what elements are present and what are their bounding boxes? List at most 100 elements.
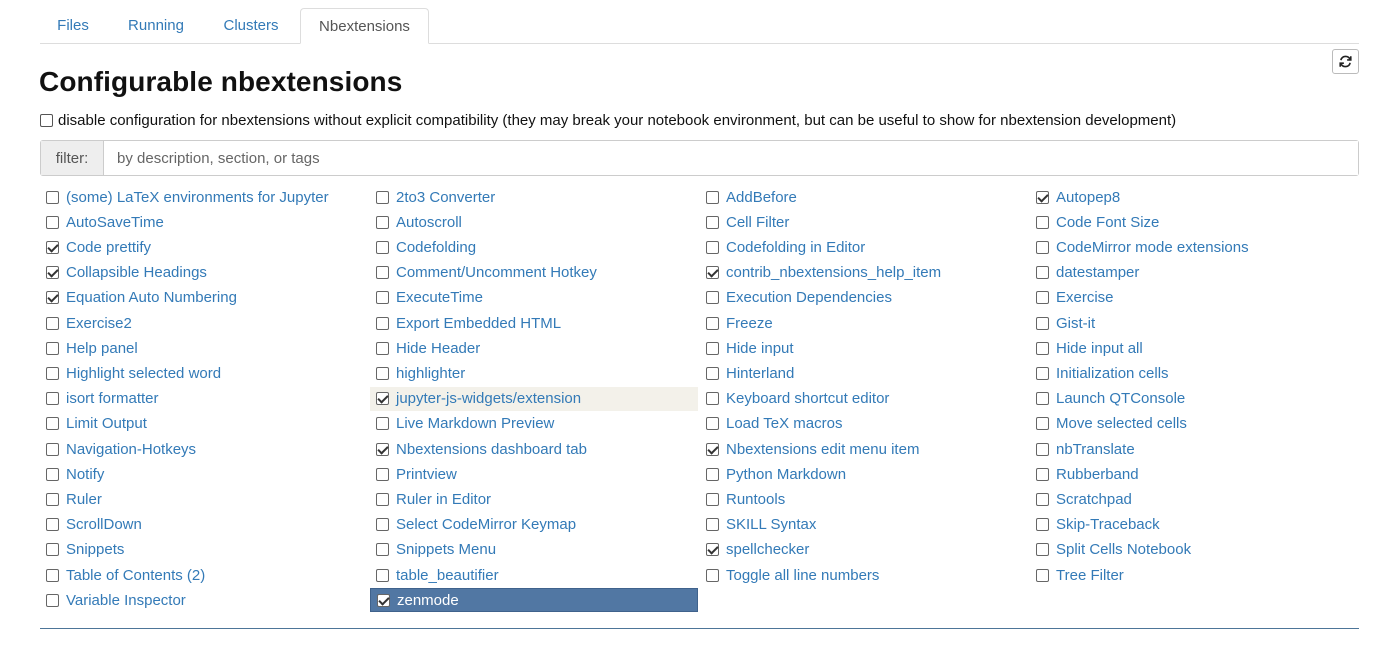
extension-label[interactable]: CodeMirror mode extensions: [1056, 239, 1249, 256]
tab-clusters[interactable]: Clusters: [208, 8, 294, 44]
extension-checkbox[interactable]: [376, 492, 389, 506]
extension-checkbox[interactable]: [1036, 442, 1049, 456]
extension-checkbox[interactable]: [46, 518, 59, 532]
extension-checkbox[interactable]: [706, 442, 719, 456]
extension-item[interactable]: Hide input all: [1030, 336, 1358, 360]
extension-item[interactable]: datestamper: [1030, 261, 1358, 285]
refresh-button[interactable]: [1332, 49, 1359, 74]
extension-checkbox[interactable]: [706, 543, 719, 557]
extension-label[interactable]: SKILL Syntax: [726, 516, 816, 533]
extension-item[interactable]: Export Embedded HTML: [370, 311, 698, 335]
extension-checkbox[interactable]: [1036, 568, 1049, 582]
extension-label[interactable]: contrib_nbextensions_help_item: [726, 264, 941, 281]
extension-label[interactable]: Limit Output: [66, 415, 147, 432]
extension-item[interactable]: Load TeX macros: [700, 412, 1028, 436]
extension-item[interactable]: Snippets Menu: [370, 538, 698, 562]
extension-checkbox[interactable]: [706, 341, 719, 355]
extension-label[interactable]: Equation Auto Numbering: [66, 289, 237, 306]
tab-nbextensions[interactable]: Nbextensions: [300, 8, 429, 44]
extension-checkbox[interactable]: [46, 492, 59, 506]
extension-label[interactable]: highlighter: [396, 365, 465, 382]
extension-label[interactable]: Ruler in Editor: [396, 491, 491, 508]
disable-config-option[interactable]: disable configuration for nbextensions w…: [40, 112, 1176, 129]
extension-item[interactable]: Gist-it: [1030, 311, 1358, 335]
extension-item[interactable]: Comment/Uncomment Hotkey: [370, 261, 698, 285]
extension-item[interactable]: Exercise: [1030, 286, 1358, 310]
extension-checkbox[interactable]: [1036, 240, 1049, 254]
extension-checkbox[interactable]: [706, 467, 719, 481]
extension-item[interactable]: Snippets: [40, 538, 368, 562]
extension-checkbox[interactable]: [376, 240, 389, 254]
extension-checkbox[interactable]: [1036, 266, 1049, 280]
extension-label[interactable]: Rubberband: [1056, 466, 1139, 483]
extension-checkbox[interactable]: [1036, 316, 1049, 330]
extension-item[interactable]: ScrollDown: [40, 513, 368, 537]
extension-label[interactable]: Comment/Uncomment Hotkey: [396, 264, 597, 281]
extension-label[interactable]: Table of Contents (2): [66, 567, 205, 584]
extension-label[interactable]: Codefolding in Editor: [726, 239, 865, 256]
extension-item[interactable]: Split Cells Notebook: [1030, 538, 1358, 562]
extension-checkbox[interactable]: [1036, 341, 1049, 355]
extension-label[interactable]: Execution Dependencies: [726, 289, 892, 306]
extension-checkbox[interactable]: [706, 518, 719, 532]
extension-label[interactable]: Nbextensions edit menu item: [726, 441, 919, 458]
extension-label[interactable]: Nbextensions dashboard tab: [396, 441, 587, 458]
extension-label[interactable]: Highlight selected word: [66, 365, 221, 382]
extension-item[interactable]: Keyboard shortcut editor: [700, 387, 1028, 411]
extension-item[interactable]: AutoSaveTime: [40, 210, 368, 234]
extension-checkbox[interactable]: [376, 291, 389, 305]
extension-item[interactable]: spellchecker: [700, 538, 1028, 562]
extension-checkbox[interactable]: [377, 593, 390, 607]
extension-checkbox[interactable]: [376, 190, 389, 204]
extension-checkbox[interactable]: [46, 442, 59, 456]
extension-label[interactable]: Initialization cells: [1056, 365, 1169, 382]
extension-item[interactable]: Ruler: [40, 487, 368, 511]
extension-label[interactable]: Notify: [66, 466, 104, 483]
extension-checkbox[interactable]: [1036, 543, 1049, 557]
extension-label[interactable]: Code prettify: [66, 239, 151, 256]
extension-label[interactable]: Autoscroll: [396, 214, 462, 231]
extension-checkbox[interactable]: [46, 266, 59, 280]
extension-item[interactable]: highlighter: [370, 361, 698, 385]
extension-label[interactable]: isort formatter: [66, 390, 159, 407]
extension-checkbox[interactable]: [706, 291, 719, 305]
extension-checkbox[interactable]: [706, 215, 719, 229]
extension-label[interactable]: jupyter-js-widgets/extension: [396, 390, 581, 407]
extension-label[interactable]: table_beautifier: [396, 567, 499, 584]
extension-item[interactable]: Hide input: [700, 336, 1028, 360]
extension-item[interactable]: Nbextensions dashboard tab: [370, 437, 698, 461]
extension-item[interactable]: Tree Filter: [1030, 563, 1358, 587]
extension-item[interactable]: Move selected cells: [1030, 412, 1358, 436]
extension-checkbox[interactable]: [46, 215, 59, 229]
extension-label[interactable]: Variable Inspector: [66, 592, 186, 609]
extension-label[interactable]: Help panel: [66, 340, 138, 357]
extension-item[interactable]: Limit Output: [40, 412, 368, 436]
extension-label[interactable]: Snippets: [66, 541, 124, 558]
extension-label[interactable]: Hide input all: [1056, 340, 1143, 357]
extension-item[interactable]: Cell Filter: [700, 210, 1028, 234]
extension-checkbox[interactable]: [46, 341, 59, 355]
extension-item[interactable]: Nbextensions edit menu item: [700, 437, 1028, 461]
extension-item[interactable]: Codefolding in Editor: [700, 235, 1028, 259]
disable-config-checkbox[interactable]: [40, 114, 53, 127]
extension-checkbox[interactable]: [706, 266, 719, 280]
extension-label[interactable]: Move selected cells: [1056, 415, 1187, 432]
extension-checkbox[interactable]: [46, 417, 59, 431]
filter-input[interactable]: [104, 141, 1358, 175]
extension-checkbox[interactable]: [1036, 392, 1049, 406]
extension-label[interactable]: nbTranslate: [1056, 441, 1135, 458]
extension-item[interactable]: Variable Inspector: [40, 588, 368, 612]
extension-item[interactable]: Navigation-Hotkeys: [40, 437, 368, 461]
extension-checkbox[interactable]: [46, 190, 59, 204]
extension-item[interactable]: Skip-Traceback: [1030, 513, 1358, 537]
extension-label[interactable]: Select CodeMirror Keymap: [396, 516, 576, 533]
extension-item[interactable]: Autoscroll: [370, 210, 698, 234]
extension-checkbox[interactable]: [376, 543, 389, 557]
extension-label[interactable]: Hide Header: [396, 340, 480, 357]
extension-checkbox[interactable]: [46, 316, 59, 330]
extension-checkbox[interactable]: [46, 467, 59, 481]
extension-item[interactable]: (some) LaTeX environments for Jupyter: [40, 185, 368, 209]
extension-item[interactable]: Toggle all line numbers: [700, 563, 1028, 587]
extension-label[interactable]: Export Embedded HTML: [396, 315, 561, 332]
extension-checkbox[interactable]: [376, 215, 389, 229]
